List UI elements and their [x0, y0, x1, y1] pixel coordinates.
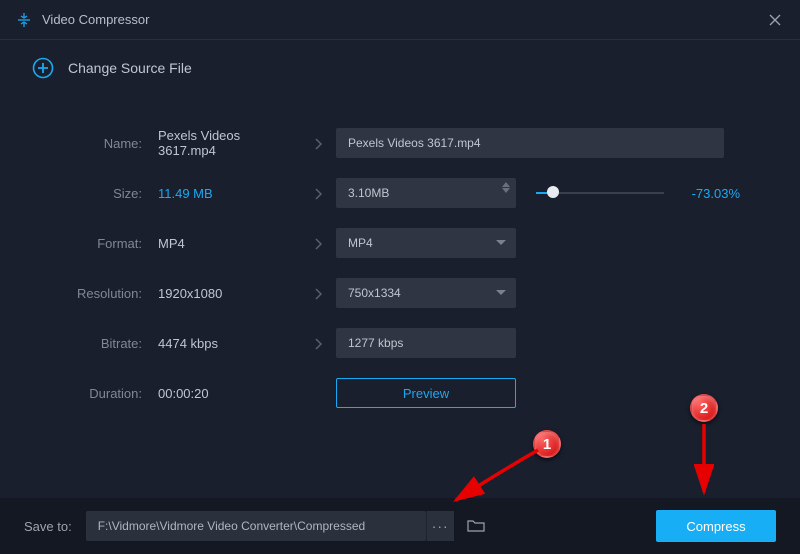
form-area: Name: Pexels Videos 3617.mp4 Pexels Vide… [0, 96, 800, 418]
change-source-row[interactable]: Change Source File [0, 40, 800, 96]
name-output-value: Pexels Videos 3617.mp4 [348, 136, 481, 150]
chevron-down-icon [496, 290, 506, 295]
more-button[interactable]: ··· [426, 511, 454, 541]
size-slider-cell: -73.03% [516, 186, 740, 201]
size-output-value: 3.10MB [348, 186, 389, 200]
titlebar: Video Compressor [0, 0, 800, 40]
compress-label: Compress [686, 519, 745, 534]
add-icon [32, 57, 54, 79]
size-output-input[interactable]: 3.10MB [336, 178, 516, 208]
compress-button[interactable]: Compress [656, 510, 776, 542]
resolution-label: Resolution: [40, 286, 150, 301]
chevron-right-icon [300, 135, 336, 151]
resolution-select[interactable]: 750x1334 [336, 278, 516, 308]
bitrate-output-cell: 1277 kbps [336, 328, 516, 358]
format-original: MP4 [150, 236, 300, 251]
format-output-cell: MP4 [336, 228, 516, 258]
spinner-down-icon[interactable] [502, 188, 510, 193]
chevron-right-icon [300, 335, 336, 351]
name-label: Name: [40, 136, 150, 151]
annotation-arrow-2 [694, 420, 714, 500]
chevron-down-icon [496, 240, 506, 245]
bitrate-original: 4474 kbps [150, 336, 300, 351]
format-select[interactable]: MP4 [336, 228, 516, 258]
callout-2-text: 2 [700, 400, 708, 417]
row-resolution: Resolution: 1920x1080 750x1334 [40, 268, 740, 318]
change-source-label: Change Source File [68, 60, 192, 76]
name-original: Pexels Videos 3617.mp4 [150, 128, 300, 158]
preview-label: Preview [403, 386, 449, 401]
slider-thumb[interactable] [547, 186, 559, 198]
callout-2: 2 [690, 394, 718, 422]
chevron-right-icon [300, 235, 336, 251]
app-title: Video Compressor [42, 12, 149, 27]
row-bitrate: Bitrate: 4474 kbps 1277 kbps [40, 318, 740, 368]
format-output-value: MP4 [348, 236, 373, 250]
duration-value: 00:00:20 [150, 386, 300, 401]
bottombar: Save to: F:\Vidmore\Vidmore Video Conver… [0, 498, 800, 554]
row-duration: Duration: 00:00:20 Preview [40, 368, 740, 418]
preview-button[interactable]: Preview [336, 378, 516, 408]
name-output-input[interactable]: Pexels Videos 3617.mp4 [336, 128, 724, 158]
open-folder-button[interactable] [460, 511, 492, 541]
save-path-value: F:\Vidmore\Vidmore Video Converter\Compr… [98, 519, 365, 533]
format-label: Format: [40, 236, 150, 251]
row-size: Size: 11.49 MB 3.10MB -73.03% [40, 168, 740, 218]
compress-icon [16, 12, 32, 28]
folder-icon [467, 519, 485, 533]
save-path-input[interactable]: F:\Vidmore\Vidmore Video Converter\Compr… [86, 511, 426, 541]
bitrate-output-value: 1277 kbps [348, 336, 403, 350]
bitrate-output-input[interactable]: 1277 kbps [336, 328, 516, 358]
chevron-right-icon [300, 285, 336, 301]
row-format: Format: MP4 MP4 [40, 218, 740, 268]
size-percent: -73.03% [680, 186, 740, 201]
size-spinner[interactable] [502, 182, 510, 193]
preview-cell: Preview [336, 378, 516, 408]
close-icon[interactable] [766, 11, 784, 29]
save-to-label: Save to: [24, 519, 72, 534]
callout-1-text: 1 [543, 436, 551, 453]
size-original: 11.49 MB [150, 186, 300, 201]
resolution-original: 1920x1080 [150, 286, 300, 301]
spinner-up-icon[interactable] [502, 182, 510, 187]
resolution-output-value: 750x1334 [348, 286, 401, 300]
bitrate-label: Bitrate: [40, 336, 150, 351]
size-output-cell: 3.10MB [336, 178, 516, 208]
resolution-output-cell: 750x1334 [336, 278, 516, 308]
duration-label: Duration: [40, 386, 150, 401]
chevron-right-icon [300, 185, 336, 201]
row-name: Name: Pexels Videos 3617.mp4 Pexels Vide… [40, 118, 740, 168]
more-icon: ··· [432, 518, 449, 534]
size-slider[interactable] [536, 191, 664, 195]
name-output-cell: Pexels Videos 3617.mp4 [336, 128, 724, 158]
callout-1: 1 [533, 430, 561, 458]
size-label: Size: [40, 186, 150, 201]
